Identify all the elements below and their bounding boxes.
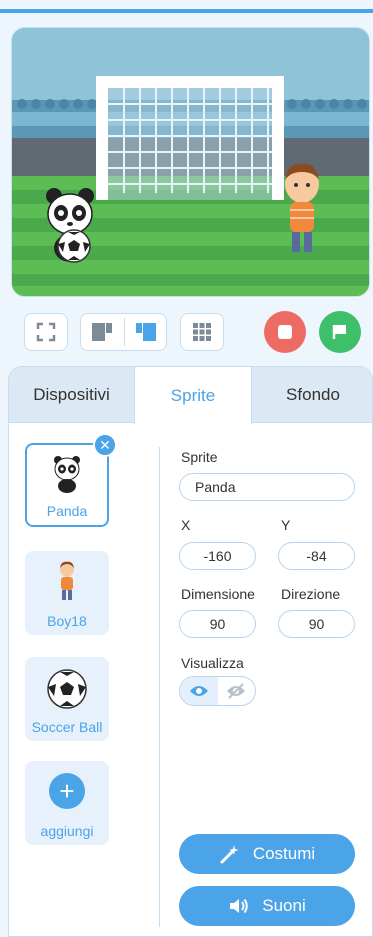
sprite-card-label: Boy18	[47, 613, 87, 629]
sprite-card-boy18[interactable]: Boy18	[25, 551, 109, 635]
tab-sfondo[interactable]: Sfondo	[252, 367, 373, 423]
top-bar	[0, 0, 373, 14]
fullscreen-icon	[25, 314, 67, 350]
eye-off-icon	[227, 683, 246, 699]
tab-dispositivi[interactable]: Dispositivi	[9, 367, 134, 423]
sprite-panel: Dispositivi Sprite Sfondo Panda ✕ Boy18	[8, 366, 373, 937]
close-icon: ✕	[99, 436, 111, 453]
stage-controls	[0, 308, 373, 356]
sprite-card-label: Panda	[46, 503, 88, 519]
costumes-label: Costumi	[252, 844, 316, 863]
sprite-card-label: Soccer Ball	[31, 719, 103, 735]
visibility-toggle	[179, 676, 256, 706]
stage-canvas	[12, 28, 369, 296]
grid-icon	[181, 314, 223, 350]
sounds-label: Suoni	[262, 896, 306, 915]
speaker-icon	[230, 898, 248, 914]
grid-button[interactable]	[180, 313, 224, 351]
green-flag-icon	[332, 325, 346, 339]
add-sprite-label: aggiungi	[40, 823, 94, 839]
green-flag-button[interactable]	[319, 311, 361, 353]
sounds-button[interactable]: Suoni	[179, 886, 355, 926]
large-stage-layout-button[interactable]	[125, 314, 167, 350]
plus-icon: +	[49, 773, 85, 809]
hide-sprite-button[interactable]	[218, 677, 256, 705]
magic-wand-icon	[220, 845, 239, 864]
sprite-list: Panda ✕ Boy18 Soccer Ball + aggiungi	[9, 423, 159, 937]
large-stage-layout-icon	[136, 323, 156, 341]
delete-sprite-button[interactable]: ✕	[93, 433, 117, 457]
panel-divider	[159, 447, 160, 927]
soccer-ball-thumbnail	[25, 669, 109, 709]
direction-label: Direzione	[281, 586, 341, 602]
eye-icon	[189, 686, 208, 696]
tab-sprite[interactable]: Sprite	[134, 367, 252, 424]
small-stage-layout-button[interactable]	[81, 314, 123, 350]
stage-layout-toggle	[80, 313, 167, 351]
x-label: X	[181, 517, 191, 533]
size-field[interactable]: 90	[179, 610, 256, 638]
small-stage-layout-icon	[92, 323, 112, 341]
top-accent-line	[0, 9, 373, 13]
tab-bar: Dispositivi Sprite Sfondo	[8, 366, 373, 424]
boy-thumbnail	[25, 561, 109, 601]
stop-icon	[278, 325, 292, 339]
stage[interactable]	[11, 27, 370, 297]
panel-body: Panda ✕ Boy18 Soccer Ball + aggiungi Spr…	[8, 422, 373, 937]
x-field[interactable]: -160	[179, 542, 256, 570]
stop-button[interactable]	[264, 311, 306, 353]
panda-thumbnail	[27, 455, 107, 493]
add-sprite-button[interactable]: + aggiungi	[25, 761, 109, 845]
sprite-name-label: Sprite	[181, 449, 218, 465]
y-field[interactable]: -84	[278, 542, 355, 570]
sprite-name-field[interactable]: Panda	[179, 473, 355, 501]
visibility-label: Visualizza	[181, 655, 244, 671]
show-sprite-button[interactable]	[180, 677, 218, 705]
sprite-properties: Sprite Panda X Y -160 -84 Dimensione Dir…	[179, 423, 369, 937]
sprite-card-soccer-ball[interactable]: Soccer Ball	[25, 657, 109, 741]
sprite-card-panda[interactable]: Panda ✕	[25, 433, 117, 527]
direction-field[interactable]: 90	[278, 610, 355, 638]
y-label: Y	[281, 517, 291, 533]
fullscreen-button[interactable]	[24, 313, 68, 351]
soccer-ball-sprite	[57, 229, 91, 263]
size-label: Dimensione	[181, 586, 255, 602]
costumes-button[interactable]: Costumi	[179, 834, 355, 874]
